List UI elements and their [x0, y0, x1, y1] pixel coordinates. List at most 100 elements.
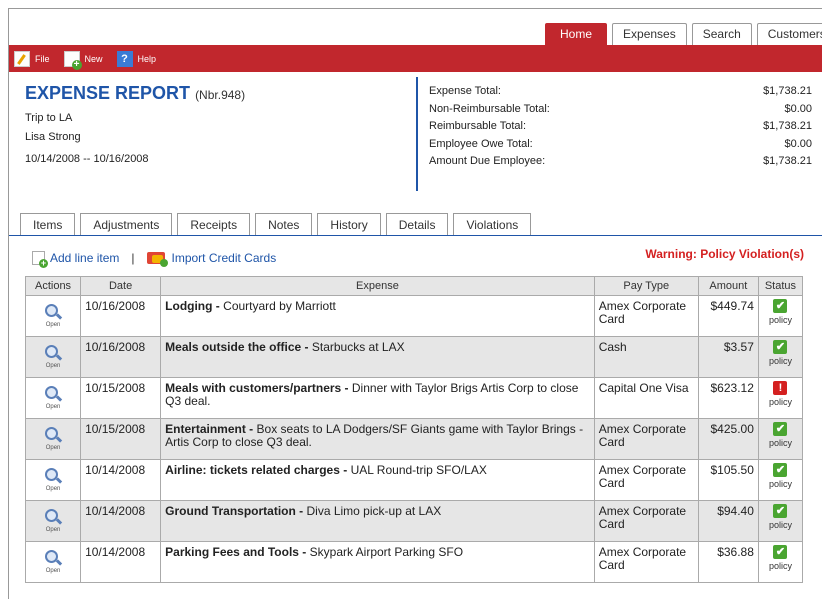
- open-action-cell: Open: [24, 418, 82, 460]
- tab-adjustments[interactable]: Adjustments: [80, 213, 173, 235]
- tab-receipts[interactable]: Receipts: [177, 213, 251, 235]
- report-title-text: EXPENSE REPORT: [25, 83, 191, 103]
- date-range: 10/14/2008 -- 10/16/2008: [25, 153, 149, 165]
- date-cell: 10/16/2008: [80, 295, 162, 337]
- expense-description: Diva Limo pick-up at LAX: [306, 504, 442, 518]
- open-magnifier-icon[interactable]: Open: [43, 468, 63, 492]
- tab-history[interactable]: History: [317, 213, 381, 235]
- expense-description: Skypark Airport Parking SFO: [309, 545, 464, 559]
- employee-name: Lisa Strong: [25, 131, 81, 143]
- policy-ok-icon[interactable]: ✔: [773, 422, 788, 436]
- open-magnifier-icon[interactable]: Open: [43, 345, 63, 369]
- amount-cell: $94.40: [697, 500, 759, 542]
- expense-category: Entertainment -: [165, 422, 254, 436]
- open-label: Open: [45, 322, 61, 328]
- status-cell: ✔ policy: [757, 295, 804, 337]
- add-line-item-icon: [32, 251, 48, 268]
- file-label: File: [35, 53, 50, 64]
- actions-bar: Add line item | Import Credit Cards: [32, 251, 277, 268]
- policy-ok-icon[interactable]: ✔: [773, 299, 788, 313]
- table-row[interactable]: Open 10/14/2008 Airline: tickets related c…: [24, 459, 804, 501]
- header-divider: [416, 77, 418, 191]
- report-number: (Nbr.948): [195, 88, 246, 102]
- help-button[interactable]: ? Help: [116, 50, 156, 67]
- amount-cell: $623.12: [697, 377, 759, 419]
- table-header-row: Actions Date Expense Pay Type Amount Sta…: [24, 276, 804, 296]
- table-row[interactable]: Open 10/15/2008 Meals with customers/partn…: [24, 377, 804, 419]
- expense-category: Ground Transportation -: [165, 504, 304, 518]
- policy-ok-icon[interactable]: ✔: [773, 340, 788, 354]
- pay-type-cell: Amex Corporate Card: [593, 459, 699, 501]
- new-label: New: [84, 53, 103, 64]
- policy-ok-icon[interactable]: ✔: [773, 545, 788, 559]
- total-label: Non-Reimbursable Total:: [429, 102, 550, 115]
- open-label: Open: [45, 486, 61, 492]
- open-magnifier-icon[interactable]: Open: [43, 509, 63, 533]
- status-cell: ✔ policy: [757, 541, 804, 583]
- date-cell: 10/16/2008: [80, 336, 162, 378]
- new-button[interactable]: New: [63, 50, 103, 70]
- file-button[interactable]: File: [14, 50, 50, 67]
- open-action-cell: Open: [24, 500, 82, 542]
- open-magnifier-icon[interactable]: Open: [43, 550, 63, 574]
- expense-category: Parking Fees and Tools -: [165, 545, 307, 559]
- expense-description: Starbucks at LAX: [311, 340, 405, 354]
- total-row-expense: Expense Total: $1,738.21: [429, 85, 812, 103]
- report-tabs: Items Adjustments Receipts Notes History…: [20, 213, 536, 235]
- table-row[interactable]: Open 10/15/2008 Entertainment - Box seats …: [24, 418, 804, 460]
- open-magnifier-icon[interactable]: Open: [43, 427, 63, 451]
- open-magnifier-icon[interactable]: Open: [43, 304, 63, 328]
- toolbar: File New ? Help: [9, 45, 822, 72]
- credit-card-icon: [146, 252, 168, 267]
- tab-expenses[interactable]: Expenses: [612, 23, 687, 45]
- table-row[interactable]: Open 10/14/2008 Ground Transportation - Di…: [24, 500, 804, 542]
- table-row[interactable]: Open 10/14/2008 Parking Fees and Tools - S…: [24, 541, 804, 583]
- pay-type-cell: Cash: [593, 336, 699, 378]
- table-row[interactable]: Open 10/16/2008 Meals outside the office -…: [24, 336, 804, 378]
- tab-notes[interactable]: Notes: [255, 213, 313, 235]
- separator: |: [131, 251, 135, 265]
- amount-cell: $449.74: [697, 295, 759, 337]
- status-label: policy: [768, 479, 792, 489]
- open-magnifier-icon[interactable]: Open: [43, 386, 63, 410]
- status-cell: ✔ policy: [757, 418, 804, 460]
- date-cell: 10/14/2008: [80, 459, 162, 501]
- total-value: $1,738.21: [763, 120, 812, 132]
- open-label: Open: [45, 568, 61, 574]
- expense-category: Airline: tickets related charges -: [165, 463, 348, 477]
- tab-violations[interactable]: Violations: [453, 213, 532, 235]
- open-action-cell: Open: [24, 336, 82, 378]
- status-cell: ✔ policy: [757, 459, 804, 501]
- amount-cell: $36.88: [697, 541, 759, 583]
- tab-home[interactable]: Home: [545, 23, 608, 45]
- totals-panel: Expense Total: $1,738.21 Non-Reimbursabl…: [429, 85, 812, 173]
- policy-ok-icon[interactable]: ✔: [773, 504, 788, 518]
- status-cell: ✔ policy: [757, 500, 804, 542]
- open-action-cell: Open: [24, 541, 82, 583]
- expense-description: Courtyard by Marriott: [223, 299, 336, 313]
- tab-items[interactable]: Items: [20, 213, 76, 235]
- date-cell: 10/14/2008: [80, 541, 162, 583]
- total-row-non-reimbursable: Non-Reimbursable Total: $0.00: [429, 103, 812, 121]
- tab-search[interactable]: Search: [691, 23, 752, 45]
- tab-details[interactable]: Details: [385, 213, 449, 235]
- add-line-item-link[interactable]: Add line item: [50, 251, 119, 265]
- col-expense: Expense: [160, 276, 595, 296]
- tab-customers[interactable]: Customers: [756, 23, 822, 45]
- policy-ok-icon[interactable]: ✔: [773, 463, 788, 477]
- table-row[interactable]: Open 10/16/2008 Lodging - Courtyard by Mar…: [24, 295, 804, 337]
- policy-violation-icon[interactable]: !: [773, 381, 788, 395]
- status-label: policy: [768, 561, 792, 571]
- total-value: $1,738.21: [763, 85, 812, 97]
- status-label: policy: [768, 520, 792, 530]
- date-cell: 10/15/2008: [80, 418, 162, 460]
- open-action-cell: Open: [24, 459, 82, 501]
- pay-type-cell: Amex Corporate Card: [593, 295, 699, 337]
- import-credit-cards-link[interactable]: Import Credit Cards: [172, 251, 277, 265]
- open-label: Open: [45, 404, 61, 410]
- tabs-underline: [9, 235, 822, 236]
- pay-type-cell: Amex Corporate Card: [593, 500, 699, 542]
- expense-cell: Lodging - Courtyard by Marriott: [160, 295, 595, 337]
- col-actions: Actions: [24, 276, 82, 296]
- total-label: Amount Due Employee:: [429, 155, 546, 167]
